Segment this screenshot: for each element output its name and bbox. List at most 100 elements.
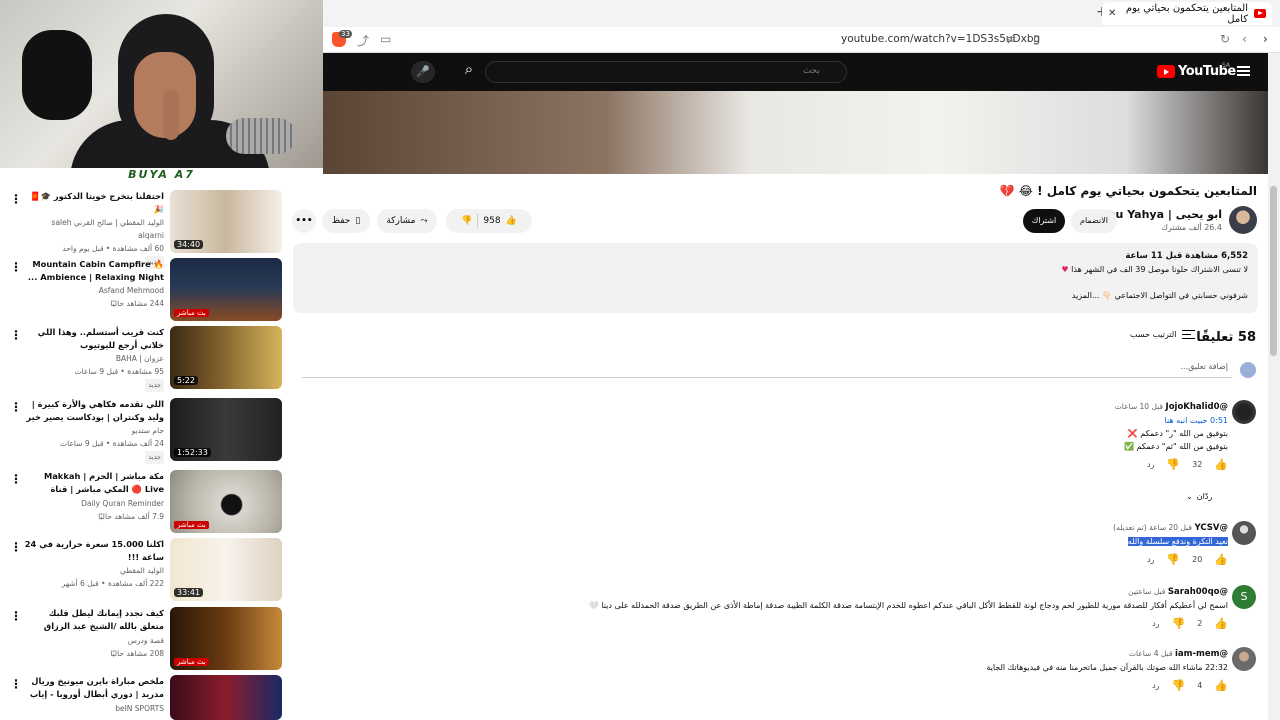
scrollbar-thumb[interactable] bbox=[1270, 186, 1277, 356]
hamburger-menu-icon[interactable] bbox=[1237, 66, 1250, 76]
video-thumbnail[interactable]: بث مباشر bbox=[170, 470, 282, 533]
new-badge: جديد bbox=[145, 379, 164, 392]
scrollbar-track[interactable] bbox=[1268, 53, 1280, 720]
recommended-title[interactable]: كيف تجدد إيمانك ليطل قلبك متعلق بالله /ا… bbox=[24, 607, 164, 634]
comment-time[interactable]: قبل 10 ساعات bbox=[1115, 402, 1163, 411]
recommended-title[interactable]: مكة مباشر | الحرم | Makkah Live 🔴 المكي … bbox=[24, 470, 164, 497]
recommended-title[interactable]: اللي تقدمه فكاهي والأرة كبيرة | وليد وكن… bbox=[24, 398, 164, 424]
comment-author[interactable]: @JojoKhalid0 bbox=[1166, 402, 1228, 412]
video-thumbnail[interactable]: بث مباشر bbox=[170, 258, 282, 321]
channel-name[interactable]: ابو يحيى | Abu Yahya bbox=[1099, 208, 1222, 221]
recommended-channel[interactable]: Daily Quran Reminder bbox=[24, 497, 164, 510]
more-options-icon[interactable]: ⋮ bbox=[10, 609, 22, 623]
recommended-video[interactable]: بث مباشر كيف تجدد إيمانك ليطل قلبك متعلق… bbox=[10, 607, 282, 671]
recommended-title[interactable]: Mountain Cabin Campfire 🔥 Ambience | Rel… bbox=[24, 258, 164, 284]
more-options-icon[interactable]: ⋮ bbox=[10, 260, 22, 274]
bookmark-icon[interactable]: ▯ bbox=[1033, 32, 1040, 46]
recommended-channel[interactable]: الوليد المقطي bbox=[24, 564, 164, 577]
recommended-channel[interactable]: Asfand Mehmood bbox=[24, 284, 164, 297]
voice-search-icon[interactable]: 🎤 bbox=[411, 61, 435, 83]
recommended-video[interactable]: 5:22 كنت قريب أستسلم.. وهذا اللي خلاني أ… bbox=[10, 326, 282, 392]
recommended-video[interactable]: بث مباشر Mountain Cabin Campfire 🔥 Ambie… bbox=[10, 258, 282, 322]
video-thumbnail[interactable]: 33:41 bbox=[170, 538, 282, 601]
reply-button[interactable]: رد bbox=[1147, 458, 1154, 471]
channel-avatar[interactable] bbox=[1229, 206, 1257, 234]
tab-close-icon[interactable]: ✕ bbox=[1108, 8, 1116, 19]
video-thumbnail[interactable]: بث مباشر bbox=[170, 607, 282, 670]
search-icon[interactable]: ⌕ bbox=[452, 60, 486, 84]
comment-avatar[interactable] bbox=[1232, 400, 1256, 424]
site-settings-icon[interactable]: ⇄ bbox=[1006, 32, 1016, 46]
recommended-stats: 95 مشاهدة • قبل 9 ساعات bbox=[74, 367, 164, 376]
recommended-channel[interactable]: جام ستديو bbox=[24, 424, 164, 437]
join-button[interactable]: الانضمام bbox=[1071, 209, 1117, 233]
recommended-channel[interactable]: الوليد المقطي | صالح القرني saleh alqarn… bbox=[24, 216, 164, 242]
recommended-video[interactable]: بث مباشر مكة مباشر | الحرم | Makkah Live… bbox=[10, 470, 282, 534]
save-button[interactable]: حفظ ▯ bbox=[322, 209, 370, 233]
recommended-channel[interactable]: قصة ودرس bbox=[24, 634, 164, 647]
comment-dislike-icon[interactable]: 👎 bbox=[1172, 679, 1186, 692]
video-player[interactable] bbox=[323, 91, 1268, 174]
dislike-icon[interactable]: 👎 bbox=[461, 216, 472, 226]
reply-button[interactable]: رد bbox=[1152, 679, 1159, 692]
subscribe-button[interactable]: اشتراك bbox=[1023, 209, 1065, 233]
more-options-icon[interactable]: ⋮ bbox=[10, 540, 22, 554]
comment-avatar[interactable]: S bbox=[1232, 585, 1256, 609]
comment-author[interactable]: @YCSV bbox=[1195, 523, 1228, 533]
search-input[interactable]: بحث bbox=[485, 61, 847, 83]
reload-icon[interactable]: ↻ bbox=[1220, 32, 1230, 46]
comment-avatar[interactable] bbox=[1232, 521, 1256, 545]
share-button[interactable]: مشاركة ⤳ bbox=[377, 209, 437, 233]
reader-mode-icon[interactable]: ▭ bbox=[380, 32, 391, 46]
recommended-title[interactable]: ملخص مباراة بايرن ميونيخ وريال مدريد | د… bbox=[24, 675, 164, 702]
recommended-title[interactable]: احتفلنا بتخرج خويتا الدكتور 🎓🧧🎉 bbox=[24, 190, 164, 216]
comment-time[interactable]: قبل ساعتين bbox=[1128, 587, 1165, 596]
comment-avatar[interactable] bbox=[1232, 647, 1256, 671]
description-line-2: شرفوني حسابتي في التواصل الاجتماعي 👇🏻 ..… bbox=[1071, 291, 1248, 300]
comment-like-icon[interactable]: 👍 bbox=[1214, 458, 1228, 471]
more-options-icon[interactable]: ⋮ bbox=[10, 192, 22, 206]
recommended-title[interactable]: كنت قريب أستسلم.. وهذا اللي خلاني أرجع ل… bbox=[24, 326, 164, 352]
more-options-icon[interactable]: ⋮ bbox=[10, 677, 22, 691]
comment-author[interactable]: @iam-mem bbox=[1175, 649, 1228, 659]
more-options-icon[interactable]: ⋮ bbox=[10, 400, 22, 414]
share-label: مشاركة bbox=[386, 216, 416, 226]
recommended-video[interactable]: 34:40 احتفلنا بتخرج خويتا الدكتور 🎓🧧🎉 ال… bbox=[10, 190, 282, 269]
recommended-channel[interactable]: عزوان | BAHA bbox=[24, 352, 164, 365]
comment-author[interactable]: @Sarah00qo bbox=[1168, 587, 1228, 597]
sort-comments-button[interactable]: الترتيب حسب bbox=[1130, 330, 1196, 339]
comment-like-icon[interactable]: 👍 bbox=[1214, 617, 1228, 630]
comment-time[interactable]: قبل 4 ساعات bbox=[1129, 649, 1172, 658]
browser-tab[interactable]: المتابعين يتحكمون بحياتي يوم كامل ✕ bbox=[1102, 2, 1272, 25]
reply-button[interactable]: رد bbox=[1152, 617, 1159, 630]
like-count[interactable]: 958 bbox=[483, 216, 500, 226]
video-thumbnail[interactable] bbox=[170, 675, 282, 720]
comment-dislike-icon[interactable]: 👎 bbox=[1172, 617, 1186, 630]
video-duration: 1:52:33 bbox=[174, 448, 211, 457]
view-replies-button[interactable]: ردّان ⌄ bbox=[1186, 492, 1212, 501]
add-comment-input[interactable]: إضافة تعليق... bbox=[302, 362, 1232, 378]
video-thumbnail[interactable]: 1:52:33 bbox=[170, 398, 282, 461]
reply-button[interactable]: رد bbox=[1147, 553, 1154, 566]
comment-dislike-icon[interactable]: 👎 bbox=[1166, 458, 1180, 471]
share-page-icon[interactable]: ⤴ bbox=[357, 32, 369, 49]
comment-time[interactable]: قبل 20 ساعة (تم تعديله) bbox=[1113, 523, 1192, 532]
recommended-video[interactable]: 33:41 اكلنا 15.000 سعرة حرارية في 24 ساع… bbox=[10, 538, 282, 602]
recommended-channel[interactable]: beIN SPORTS bbox=[24, 702, 164, 715]
more-options-icon[interactable]: ⋮ bbox=[10, 328, 22, 342]
recommended-video[interactable]: 1:52:33 اللي تقدمه فكاهي والأرة كبيرة | … bbox=[10, 398, 282, 464]
video-thumbnail[interactable]: 5:22 bbox=[170, 326, 282, 389]
video-description[interactable]: 6,552 مشاهدة قبل 11 ساعة لا تنسى الاشترا… bbox=[293, 243, 1258, 313]
comment-dislike-icon[interactable]: 👎 bbox=[1166, 553, 1180, 566]
comment-text[interactable]: 0:51 حبيت انبه هنا bbox=[1115, 414, 1228, 427]
recommended-title[interactable]: اكلنا 15.000 سعرة حرارية في 24 ساعة !!! bbox=[24, 538, 164, 564]
more-actions-icon[interactable]: ••• bbox=[292, 209, 316, 233]
recommended-video[interactable]: ملخص مباراة بايرن ميونيخ وريال مدريد | د… bbox=[10, 675, 282, 720]
comment-like-icon[interactable]: 👍 bbox=[1214, 553, 1228, 566]
more-options-icon[interactable]: ⋮ bbox=[10, 472, 22, 486]
back-icon[interactable]: ‹ bbox=[1242, 32, 1247, 46]
forward-icon[interactable]: › bbox=[1263, 32, 1268, 46]
comment-like-icon[interactable]: 👍 bbox=[1214, 679, 1228, 692]
like-icon[interactable]: 👍 bbox=[506, 216, 517, 226]
video-thumbnail[interactable]: 34:40 bbox=[170, 190, 282, 253]
